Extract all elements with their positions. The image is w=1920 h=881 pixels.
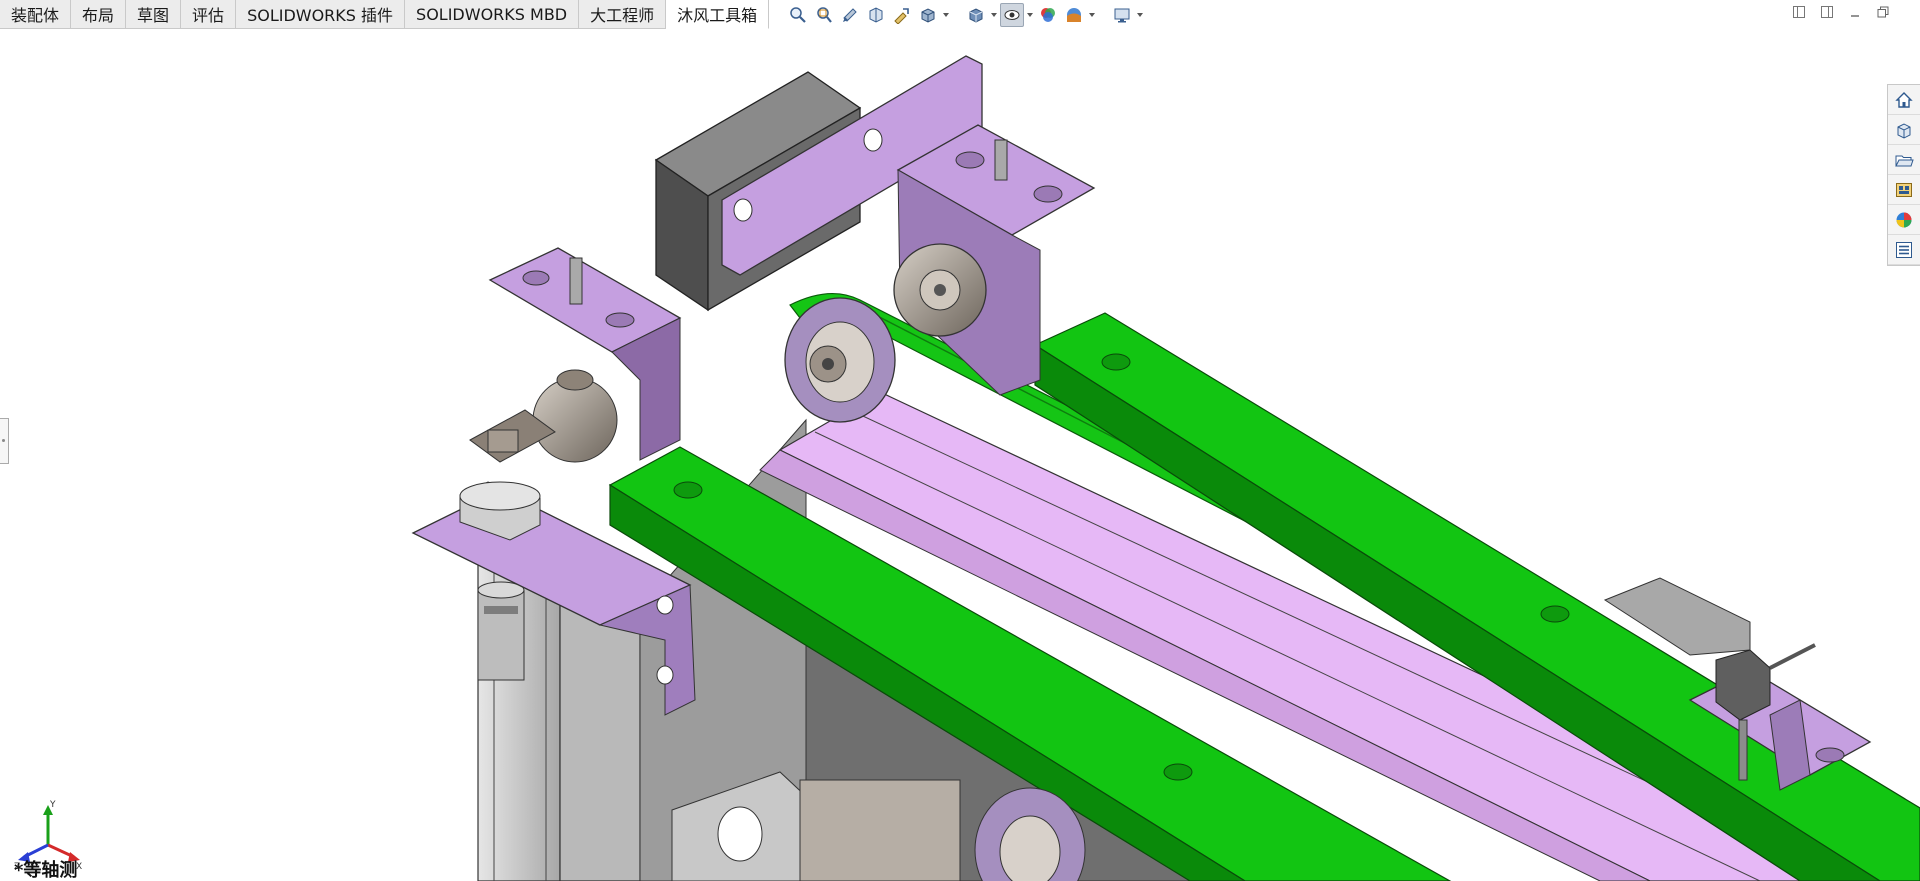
tab-evaluate[interactable]: 评估 <box>181 0 237 28</box>
tile-right-icon[interactable] <box>1820 5 1834 19</box>
zoom-to-fit-icon[interactable] <box>786 3 810 27</box>
hide-show-items-icon[interactable] <box>1000 3 1024 27</box>
view-settings-icon[interactable] <box>1110 3 1134 27</box>
apply-scene-dropdown[interactable] <box>1088 3 1096 27</box>
apply-scene-icon[interactable] <box>1062 3 1086 27</box>
minimize-icon[interactable] <box>1848 5 1862 19</box>
heads-up-view-toolbar <box>786 3 1144 27</box>
restore-icon[interactable] <box>1876 5 1890 19</box>
document-window-controls <box>1792 5 1890 19</box>
edit-appearance-icon[interactable] <box>1036 3 1060 27</box>
assembly-model <box>411 55 1920 881</box>
tile-left-icon[interactable] <box>1792 5 1806 19</box>
command-manager-tabs: 装配体 布局 草图 评估 SOLIDWORKS 插件 SOLIDWORKS MB… <box>0 0 770 29</box>
graphics-viewport[interactable]: Y X Z <box>0 29 1920 881</box>
tab-solidworks-addins[interactable]: SOLIDWORKS 插件 <box>236 0 406 28</box>
tab-sketch[interactable]: 草图 <box>126 0 182 28</box>
display-style-icon[interactable] <box>964 3 988 27</box>
drive-pulley <box>671 771 1086 881</box>
view-orientation-icon[interactable] <box>916 3 940 27</box>
tab-layout[interactable]: 布局 <box>71 0 127 28</box>
zoom-to-area-icon[interactable] <box>812 3 836 27</box>
idler-roller <box>784 297 896 423</box>
previous-view-icon[interactable] <box>838 3 862 27</box>
triad-y-label: Y <box>49 800 56 810</box>
tab-big-engineer[interactable]: 大工程师 <box>579 0 667 28</box>
tab-mufeng-toolbox[interactable]: 沐风工具箱 <box>666 0 770 29</box>
tab-assembly[interactable]: 装配体 <box>0 0 72 28</box>
section-view-icon[interactable] <box>864 3 888 27</box>
view-settings-dropdown[interactable] <box>1136 3 1144 27</box>
view-orientation-dropdown[interactable] <box>942 3 950 27</box>
view-orientation-label: *等轴测 <box>14 860 78 881</box>
tab-solidworks-mbd[interactable]: SOLIDWORKS MBD <box>405 0 580 28</box>
hide-show-items-dropdown[interactable] <box>1026 3 1034 27</box>
solidworks-window: 装配体 布局 草图 评估 SOLIDWORKS 插件 SOLIDWORKS MB… <box>0 0 1920 881</box>
display-style-dropdown[interactable] <box>990 3 998 27</box>
dynamic-annotation-icon[interactable] <box>890 3 914 27</box>
cylinder-rod <box>477 581 525 681</box>
